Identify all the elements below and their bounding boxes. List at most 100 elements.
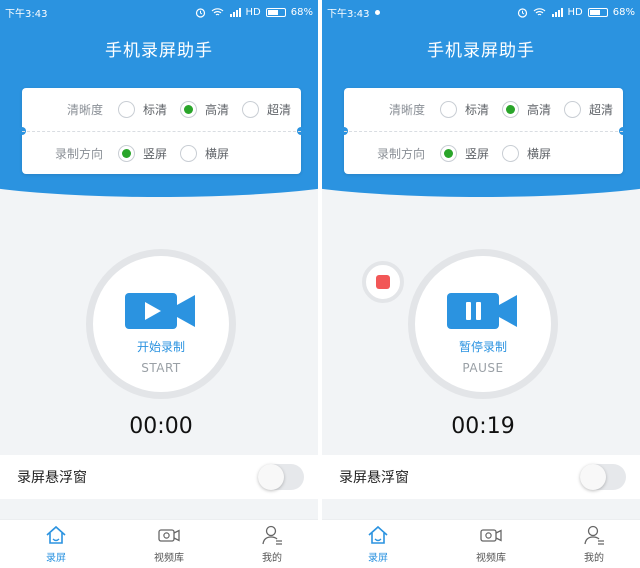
start-record-button[interactable]: 开始录制 START (93, 256, 229, 392)
alarm-icon (195, 7, 205, 18)
float-window-label: 录屏悬浮窗 (339, 470, 409, 486)
status-time: 下午3:43 (327, 8, 370, 20)
orientation-label: 录制方向 (376, 146, 425, 161)
option-label: 竖屏 (465, 146, 490, 161)
nav-item-video-library[interactable]: 视频库 (112, 520, 226, 568)
app-title: 手机录屏助手 (105, 41, 213, 61)
float-window-row: 录屏悬浮窗 (322, 455, 640, 499)
home-icon (368, 525, 388, 544)
nav-item-record[interactable]: 录屏 (322, 520, 434, 568)
orientation-option-landscape[interactable]: 横屏 (180, 144, 230, 162)
wifi-icon (211, 8, 223, 16)
nav-label: 视频库 (154, 553, 184, 564)
option-label: 横屏 (205, 146, 230, 161)
bottom-nav: 录屏 视频库 我的 (322, 519, 640, 568)
stop-icon (376, 275, 390, 289)
float-window-toggle[interactable] (258, 464, 304, 490)
wifi-icon (533, 8, 545, 16)
orientation-row: 录制方向 竖屏 横屏 (344, 131, 623, 174)
quality-row: 清晰度 标清 高清 超清 (344, 88, 623, 131)
option-label: 高清 (527, 103, 552, 117)
network-type: HD (245, 6, 261, 18)
option-label: 超清 (267, 103, 292, 117)
radio-button[interactable] (564, 101, 582, 118)
quality-label: 清晰度 (388, 103, 425, 117)
screen-recording: 下午3:43 HD 68% 手机录屏助手 清晰度 标清 高清 超清 录制方向 竖… (322, 0, 640, 568)
status-bar: 下午3:43 HD 68% (322, 0, 640, 24)
nav-label: 我的 (262, 553, 282, 564)
quality-option-ultra[interactable]: 超清 (242, 101, 291, 118)
nav-label: 我的 (584, 553, 604, 564)
status-time: 下午3:43 (5, 8, 48, 20)
nav-item-mine[interactable]: 我的 (226, 520, 318, 568)
record-sublabel: PAUSE (462, 361, 504, 375)
play-camera-icon (125, 293, 195, 329)
quality-label: 清晰度 (66, 103, 103, 117)
home-icon (46, 525, 66, 544)
pause-record-button[interactable]: 暂停录制 PAUSE (415, 256, 551, 392)
option-label: 标清 (465, 103, 490, 117)
signal-icon (551, 8, 563, 17)
battery-level: 68% (290, 6, 313, 18)
orientation-row: 录制方向 竖屏 横屏 (22, 131, 301, 174)
option-label: 竖屏 (143, 146, 168, 161)
bottom-nav: 录屏 视频库 我的 (0, 519, 318, 568)
quality-option-high[interactable]: 高清 (502, 101, 551, 118)
orientation-option-landscape[interactable]: 横屏 (502, 144, 552, 162)
stop-record-button[interactable] (362, 261, 404, 303)
quality-row: 清晰度 标清 高清 超清 (22, 88, 301, 131)
record-label: 开始录制 (136, 340, 185, 354)
nav-label: 录屏 (368, 553, 388, 564)
toggle-knob (580, 464, 606, 490)
radio-button-checked[interactable] (502, 101, 520, 118)
record-sublabel: START (141, 361, 181, 375)
radio-button-checked[interactable] (440, 144, 457, 162)
battery-icon (587, 7, 608, 17)
battery-icon (265, 7, 286, 17)
app-title: 手机录屏助手 (427, 41, 535, 61)
pause-camera-icon (447, 293, 517, 329)
record-timer: 00:19 (451, 414, 515, 439)
nav-item-video-library[interactable]: 视频库 (434, 520, 548, 568)
radio-button[interactable] (180, 144, 198, 162)
float-window-label: 录屏悬浮窗 (17, 470, 87, 486)
radio-button[interactable] (118, 101, 135, 118)
radio-button-checked[interactable] (180, 101, 198, 118)
nav-label: 视频库 (476, 553, 506, 564)
status-icons: HD 68% (195, 7, 313, 18)
radio-button-checked[interactable] (118, 144, 135, 162)
quality-option-ultra[interactable]: 超清 (564, 101, 613, 118)
float-window-toggle[interactable] (580, 464, 626, 490)
nav-item-mine[interactable]: 我的 (548, 520, 640, 568)
screen-idle: 下午3:43 HD 68% 手机录屏助手 清晰度 标清 高清 超清 录制方向 竖… (0, 0, 318, 568)
orientation-option-portrait[interactable]: 竖屏 (440, 144, 490, 162)
radio-button[interactable] (502, 144, 520, 162)
network-type: HD (567, 6, 583, 18)
option-label: 横屏 (527, 146, 552, 161)
video-library-icon (158, 529, 180, 542)
alarm-icon (517, 7, 527, 18)
toggle-knob (258, 464, 284, 490)
video-library-icon (480, 529, 502, 542)
orientation-option-portrait[interactable]: 竖屏 (118, 144, 168, 162)
radio-button[interactable] (242, 101, 260, 118)
option-label: 高清 (205, 103, 230, 117)
record-button-ring: 开始录制 START (86, 249, 236, 399)
nav-item-record[interactable]: 录屏 (0, 520, 112, 568)
user-icon (262, 525, 282, 545)
record-button-ring: 暂停录制 PAUSE (408, 249, 558, 399)
recording-indicator-icon (375, 9, 381, 15)
battery-level: 68% (612, 6, 635, 18)
radio-button[interactable] (440, 101, 457, 118)
float-window-row: 录屏悬浮窗 (0, 455, 318, 499)
orientation-label: 录制方向 (54, 146, 103, 161)
status-bar: 下午3:43 HD 68% (0, 0, 318, 24)
option-label: 标清 (143, 103, 168, 117)
quality-option-high[interactable]: 高清 (180, 101, 229, 118)
record-label: 暂停录制 (458, 340, 507, 354)
user-icon (584, 525, 604, 545)
quality-option-standard[interactable]: 标清 (118, 101, 167, 118)
option-label: 超清 (589, 103, 614, 117)
quality-option-standard[interactable]: 标清 (440, 101, 489, 118)
settings-card: 清晰度 标清 高清 超清 录制方向 竖屏 横屏 (18, 88, 305, 174)
